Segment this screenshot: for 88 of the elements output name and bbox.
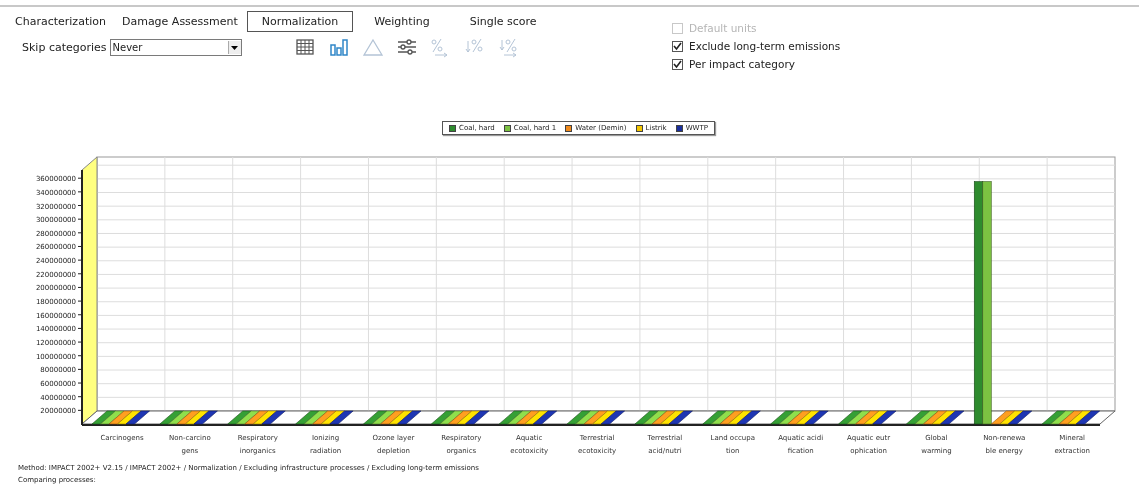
bar	[371, 410, 396, 425]
bar	[125, 410, 150, 425]
bar	[363, 410, 388, 425]
skip-categories-label: Skip categories	[22, 41, 107, 54]
bar	[532, 410, 557, 425]
bar	[524, 410, 549, 425]
bar	[1007, 410, 1033, 425]
bar	[185, 410, 210, 425]
bar	[999, 410, 1024, 425]
bar	[252, 410, 278, 425]
bar	[1075, 410, 1100, 425]
bar	[643, 410, 668, 425]
checkbox-label: Default units	[689, 22, 757, 34]
bar	[456, 410, 481, 425]
bar	[100, 410, 125, 425]
bar	[668, 410, 693, 425]
bar	[906, 410, 931, 425]
bar	[193, 410, 218, 425]
bar	[592, 410, 617, 425]
bar	[855, 410, 880, 425]
bar	[711, 410, 736, 425]
bar	[770, 410, 795, 425]
bar	[431, 410, 456, 425]
bar	[702, 410, 727, 425]
bar	[651, 410, 676, 425]
bar	[498, 410, 523, 425]
bar	[795, 410, 820, 425]
bar	[295, 410, 320, 425]
checkbox[interactable]	[672, 58, 683, 70]
bar	[380, 410, 405, 425]
bar	[728, 410, 753, 425]
bar	[235, 410, 261, 425]
bar	[168, 410, 193, 425]
bar	[515, 410, 540, 425]
bar	[778, 410, 803, 425]
bar	[787, 410, 812, 425]
bar	[736, 410, 761, 425]
bar	[261, 410, 286, 425]
tab[interactable]: Characterization	[8, 11, 113, 32]
dropdown-arrow-icon	[231, 45, 239, 50]
skip-categories-dropdown[interactable]: Never	[109, 39, 242, 56]
bar	[312, 410, 337, 425]
bar	[863, 410, 888, 425]
checkbox[interactable]	[672, 40, 683, 52]
bar	[388, 410, 413, 425]
bar	[448, 410, 473, 425]
bar	[634, 410, 659, 425]
bar	[507, 410, 532, 425]
bar	[719, 410, 744, 425]
tab[interactable]: Normalization	[246, 11, 354, 32]
table-icon[interactable]	[294, 37, 315, 58]
bar	[566, 410, 591, 425]
bar	[914, 410, 939, 425]
bar	[439, 410, 464, 425]
bar	[320, 410, 345, 425]
bar	[1050, 410, 1075, 425]
bar	[923, 410, 948, 425]
bar	[303, 410, 328, 425]
bar-chart-icon[interactable]	[328, 37, 349, 58]
bar	[1058, 410, 1083, 425]
bar	[838, 410, 863, 425]
bar	[91, 410, 116, 425]
bar	[872, 410, 897, 425]
bar	[244, 410, 269, 425]
bar	[575, 410, 600, 425]
bar	[846, 410, 871, 425]
bar	[583, 410, 608, 425]
bar	[804, 410, 829, 425]
bar	[227, 410, 252, 425]
bar	[465, 410, 490, 425]
bar	[117, 410, 142, 425]
bar	[159, 410, 184, 425]
bar	[600, 410, 625, 425]
bar	[176, 410, 201, 425]
bar	[329, 410, 354, 425]
bar	[108, 410, 133, 425]
bar	[660, 410, 685, 425]
bar	[1041, 410, 1066, 425]
tab[interactable]: Weighting	[367, 11, 437, 32]
bar	[931, 410, 956, 425]
bar	[940, 410, 965, 425]
tab[interactable]: Single score	[462, 11, 544, 32]
tab[interactable]: Damage Assessment	[114, 11, 245, 32]
bar	[1067, 410, 1092, 425]
checkbox-label: Per impact category	[689, 58, 795, 70]
bar	[397, 410, 422, 425]
sliders-icon[interactable]	[396, 37, 417, 58]
checkbox-label: Exclude long-term emissions	[689, 40, 841, 52]
